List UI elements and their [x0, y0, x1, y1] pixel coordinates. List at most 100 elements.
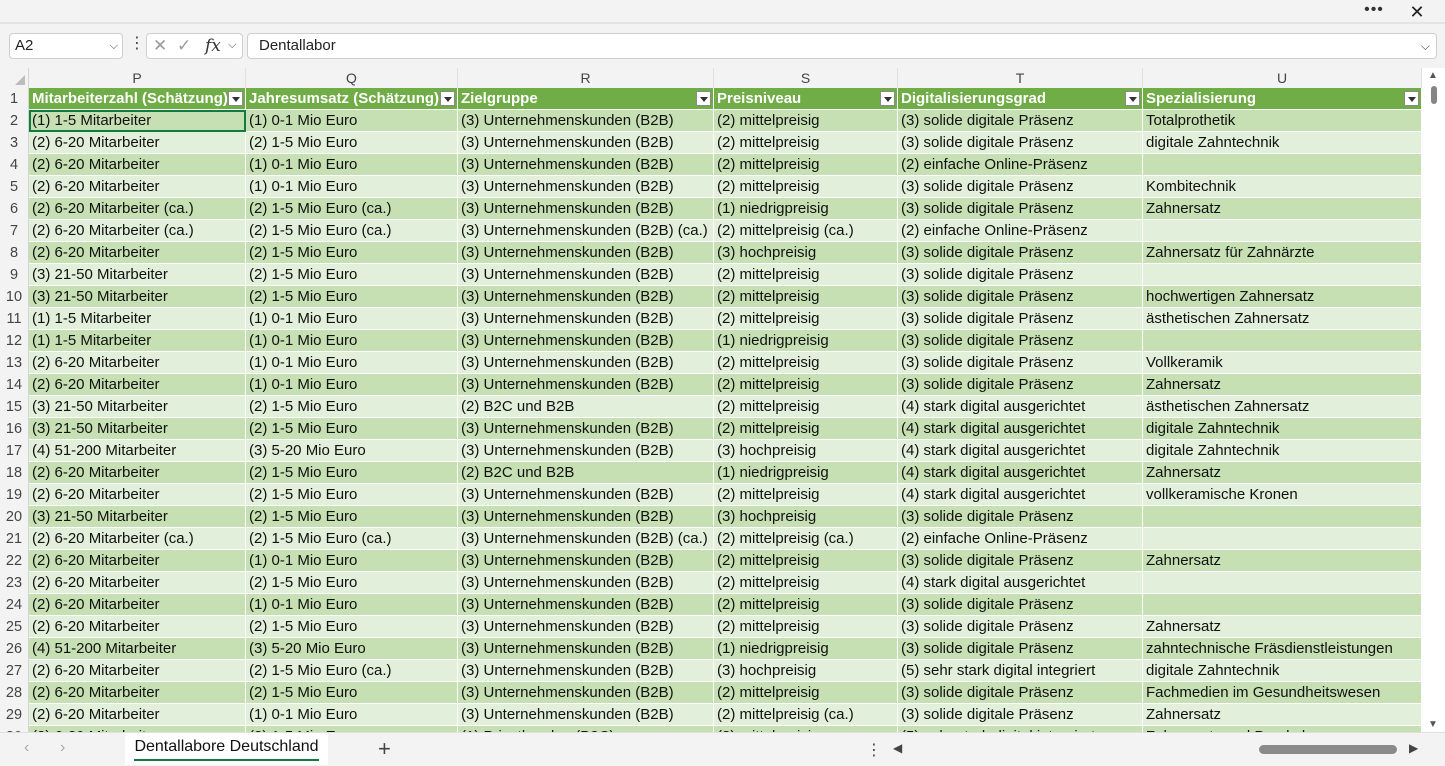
row-header[interactable]: 21	[0, 528, 29, 550]
table-cell[interactable]: Zahnersatz	[1143, 462, 1422, 484]
table-cell[interactable]: (3) Unternehmenskunden (B2B)	[458, 198, 714, 220]
table-cell[interactable]: (3) Unternehmenskunden (B2B)	[458, 308, 714, 330]
table-cell[interactable]: Zahnersatz	[1143, 198, 1422, 220]
table-cell[interactable]: (2) mittelpreisig	[714, 572, 898, 594]
table-cell[interactable]: (2) 6-20 Mitarbeiter	[29, 242, 246, 264]
close-icon[interactable]: ✕	[1404, 0, 1430, 24]
table-cell[interactable]: (1) 0-1 Mio Euro	[246, 352, 458, 374]
table-cell[interactable]: vollkeramische Kronen	[1143, 484, 1422, 506]
scroll-left-icon[interactable]: ◀	[893, 741, 902, 755]
table-cell[interactable]: Zahnersatz für Zahnärzte	[1143, 242, 1422, 264]
table-cell[interactable]: (2) mittelpreisig	[714, 308, 898, 330]
table-cell[interactable]	[1143, 572, 1422, 594]
table-cell[interactable]: (3) Unternehmenskunden (B2B)	[458, 638, 714, 660]
table-cell[interactable]: ästhetischen Zahnersatz	[1143, 308, 1422, 330]
table-cell[interactable]: (2) 6-20 Mitarbeiter	[29, 374, 246, 396]
scroll-down-icon[interactable]: ▼	[1428, 719, 1438, 730]
row-header[interactable]: 23	[0, 572, 29, 594]
table-cell[interactable]: (2) 1-5 Mio Euro	[246, 462, 458, 484]
column-header-r[interactable]: R	[458, 68, 714, 88]
row-header[interactable]: 12	[0, 330, 29, 352]
spreadsheet-grid[interactable]: P Q R S T U 1 Mitarbeiterzahl (Schätzung) Jahres…	[0, 68, 1445, 732]
table-cell[interactable]: (3) Unternehmenskunden (B2B)	[458, 330, 714, 352]
row-header[interactable]: 14	[0, 374, 29, 396]
table-cell[interactable]: (2) 6-20 Mitarbeiter	[29, 682, 246, 704]
table-cell[interactable]: (1) niedrigpreisig	[714, 638, 898, 660]
table-cell[interactable]: (3) solide digitale Präsenz	[898, 352, 1143, 374]
row-header[interactable]: 6	[0, 198, 29, 220]
table-cell[interactable]: (1) 0-1 Mio Euro	[246, 154, 458, 176]
horizontal-scroll-thumb[interactable]	[1259, 745, 1397, 754]
table-cell[interactable]: (4) 51-200 Mitarbeiter	[29, 440, 246, 462]
table-cell[interactable]: (2) 1-5 Mio Euro	[246, 506, 458, 528]
row-header[interactable]: 2	[0, 110, 29, 132]
table-cell[interactable]: (3) Unternehmenskunden (B2B)	[458, 484, 714, 506]
table-cell[interactable]: (3) 21-50 Mitarbeiter	[29, 396, 246, 418]
table-cell[interactable]: Zahnersatz	[1143, 616, 1422, 638]
table-cell[interactable]: (3) Unternehmenskunden (B2B)	[458, 110, 714, 132]
row-header[interactable]: 26	[0, 638, 29, 660]
select-all-corner[interactable]	[0, 68, 29, 88]
table-cell[interactable]: (2) 6-20 Mitarbeiter	[29, 352, 246, 374]
table-cell[interactable]: ästhetischen Zahnersatz	[1143, 396, 1422, 418]
table-cell[interactable]: (1) niedrigpreisig	[714, 198, 898, 220]
table-cell[interactable]	[1143, 264, 1422, 286]
table-cell[interactable]: Zahnersatz	[1143, 704, 1422, 726]
table-cell[interactable]: (4) stark digital ausgerichtet	[898, 484, 1143, 506]
column-header-p[interactable]: P	[29, 68, 246, 88]
table-cell[interactable]: (2) 6-20 Mitarbeiter	[29, 550, 246, 572]
table-cell[interactable]: (3) Unternehmenskunden (B2B)	[458, 176, 714, 198]
table-cell[interactable]: (2) 6-20 Mitarbeiter (ca.)	[29, 528, 246, 550]
table-cell[interactable]: (3) solide digitale Präsenz	[898, 176, 1143, 198]
table-cell[interactable]: (3) Unternehmenskunden (B2B)	[458, 286, 714, 308]
vertical-scrollbar[interactable]: ▲ ▼	[1424, 68, 1445, 732]
row-header[interactable]: 8	[0, 242, 29, 264]
table-cell[interactable]: (2) 1-5 Mio Euro (ca.)	[246, 660, 458, 682]
filter-dropdown-icon[interactable]	[1125, 91, 1140, 106]
table-cell[interactable]: (3) solide digitale Präsenz	[898, 374, 1143, 396]
table-cell[interactable]: (3) 21-50 Mitarbeiter	[29, 418, 246, 440]
table-cell[interactable]: (2) 6-20 Mitarbeiter	[29, 572, 246, 594]
header-cell[interactable]: Mitarbeiterzahl (Schätzung)	[29, 88, 246, 110]
filter-dropdown-icon[interactable]	[696, 91, 711, 106]
table-cell[interactable]: Zahnersatz	[1143, 550, 1422, 572]
table-cell[interactable]: (1) niedrigpreisig	[714, 330, 898, 352]
table-cell[interactable]	[1143, 506, 1422, 528]
formula-input[interactable]: Dentallabor ⌵	[247, 33, 1437, 59]
table-cell[interactable]: (3) solide digitale Präsenz	[898, 616, 1143, 638]
filter-dropdown-icon[interactable]	[1404, 91, 1419, 106]
table-cell[interactable]: (1) 1-5 Mitarbeiter	[29, 308, 246, 330]
table-cell[interactable]: (1) 1-5 Mitarbeiter	[29, 110, 246, 132]
table-cell[interactable]: (2) 6-20 Mitarbeiter	[29, 616, 246, 638]
table-cell[interactable]: (3) solide digitale Präsenz	[898, 132, 1143, 154]
table-cell[interactable]: (2) 6-20 Mitarbeiter (ca.)	[29, 198, 246, 220]
table-cell[interactable]: (3) Unternehmenskunden (B2B)	[458, 440, 714, 462]
table-cell[interactable]: hochwertigen Zahnersatz	[1143, 286, 1422, 308]
table-cell[interactable]: (2) 1-5 Mio Euro	[246, 418, 458, 440]
table-cell[interactable]: (2) 1-5 Mio Euro	[246, 484, 458, 506]
function-icon[interactable]: fx	[205, 36, 221, 56]
table-cell[interactable]: (4) stark digital ausgerichtet	[898, 418, 1143, 440]
table-cell[interactable]: digitale Zahntechnik	[1143, 660, 1422, 682]
table-cell[interactable]: (2) mittelpreisig	[714, 418, 898, 440]
table-cell[interactable]: (3) solide digitale Präsenz	[898, 110, 1143, 132]
table-cell[interactable]: (2) 1-5 Mio Euro	[246, 572, 458, 594]
table-cell[interactable]: (3) hochpreisig	[714, 660, 898, 682]
column-header-t[interactable]: T	[898, 68, 1143, 88]
table-cell[interactable]: (3) Unternehmenskunden (B2B)	[458, 154, 714, 176]
filter-dropdown-icon[interactable]	[440, 91, 455, 106]
table-cell[interactable]: (2) 6-20 Mitarbeiter	[29, 462, 246, 484]
table-cell[interactable]: (4) stark digital ausgerichtet	[898, 462, 1143, 484]
table-cell[interactable]: Fachmedien im Gesundheitswesen	[1143, 682, 1422, 704]
table-cell[interactable]	[1143, 594, 1422, 616]
row-header[interactable]: 25	[0, 616, 29, 638]
row-header[interactable]: 4	[0, 154, 29, 176]
table-cell[interactable]: (3) Unternehmenskunden (B2B)	[458, 374, 714, 396]
chevron-down-icon[interactable]: ⌵	[228, 39, 236, 52]
table-cell[interactable]: (2) 1-5 Mio Euro	[246, 616, 458, 638]
table-cell[interactable]: (3) 21-50 Mitarbeiter	[29, 286, 246, 308]
table-cell[interactable]	[1143, 220, 1422, 242]
table-cell[interactable]: (4) 51-200 Mitarbeiter	[29, 638, 246, 660]
row-header[interactable]: 10	[0, 286, 29, 308]
table-cell[interactable]: (4) stark digital ausgerichtet	[898, 396, 1143, 418]
